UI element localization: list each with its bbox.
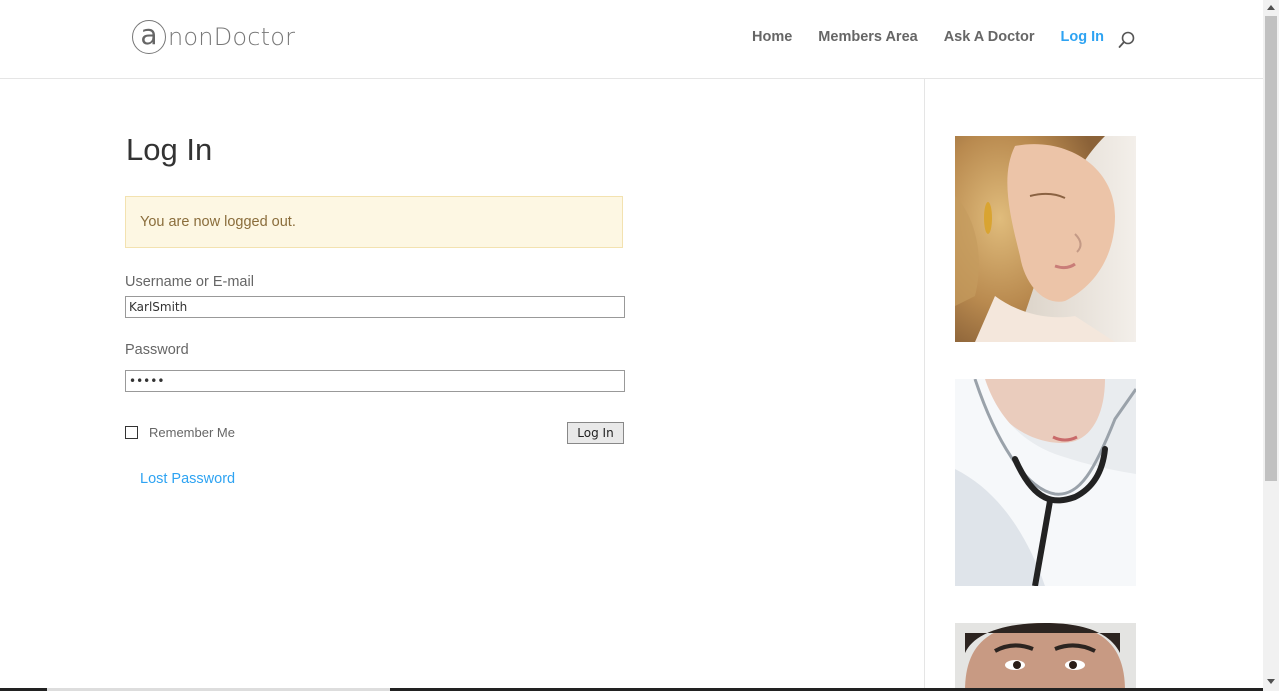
remember-me-label: Remember Me	[149, 425, 235, 440]
lost-password-link[interactable]: Lost Password	[140, 471, 235, 487]
remember-me[interactable]: Remember Me	[125, 425, 235, 440]
site-logo[interactable]: a nonDoctor	[132, 17, 295, 57]
sidebar-divider	[924, 79, 925, 691]
site-header: a nonDoctor Home Members Area Ask A Doct…	[0, 0, 1263, 79]
nav-home[interactable]: Home	[752, 29, 792, 45]
password-input[interactable]	[125, 370, 625, 392]
scroll-up-arrow[interactable]	[1267, 5, 1275, 10]
sidebar-photo-woman	[955, 136, 1136, 342]
username-input[interactable]	[125, 296, 625, 318]
nav-members-area[interactable]: Members Area	[818, 29, 917, 45]
scrollbar-thumb[interactable]	[1265, 16, 1277, 481]
page-title: Log In	[126, 132, 213, 167]
notice-text: You are now logged out.	[140, 214, 296, 230]
logout-notice: You are now logged out.	[125, 196, 623, 248]
main-nav: Home Members Area Ask A Doctor Log In	[752, 29, 1104, 45]
username-label: Username or E-mail	[125, 274, 254, 290]
search-icon[interactable]	[1117, 30, 1137, 50]
sidebar-photo-man	[955, 623, 1136, 691]
sidebar-photo-doctor	[955, 379, 1136, 586]
scroll-down-arrow[interactable]	[1267, 679, 1275, 684]
nav-log-in[interactable]: Log In	[1060, 29, 1104, 45]
nav-ask-a-doctor[interactable]: Ask A Doctor	[944, 29, 1035, 45]
logo-mark: a	[132, 20, 166, 54]
remember-me-checkbox[interactable]	[125, 426, 138, 439]
log-in-button[interactable]: Log In	[567, 422, 624, 444]
password-label: Password	[125, 342, 189, 358]
logo-text: nonDoctor	[168, 23, 296, 51]
